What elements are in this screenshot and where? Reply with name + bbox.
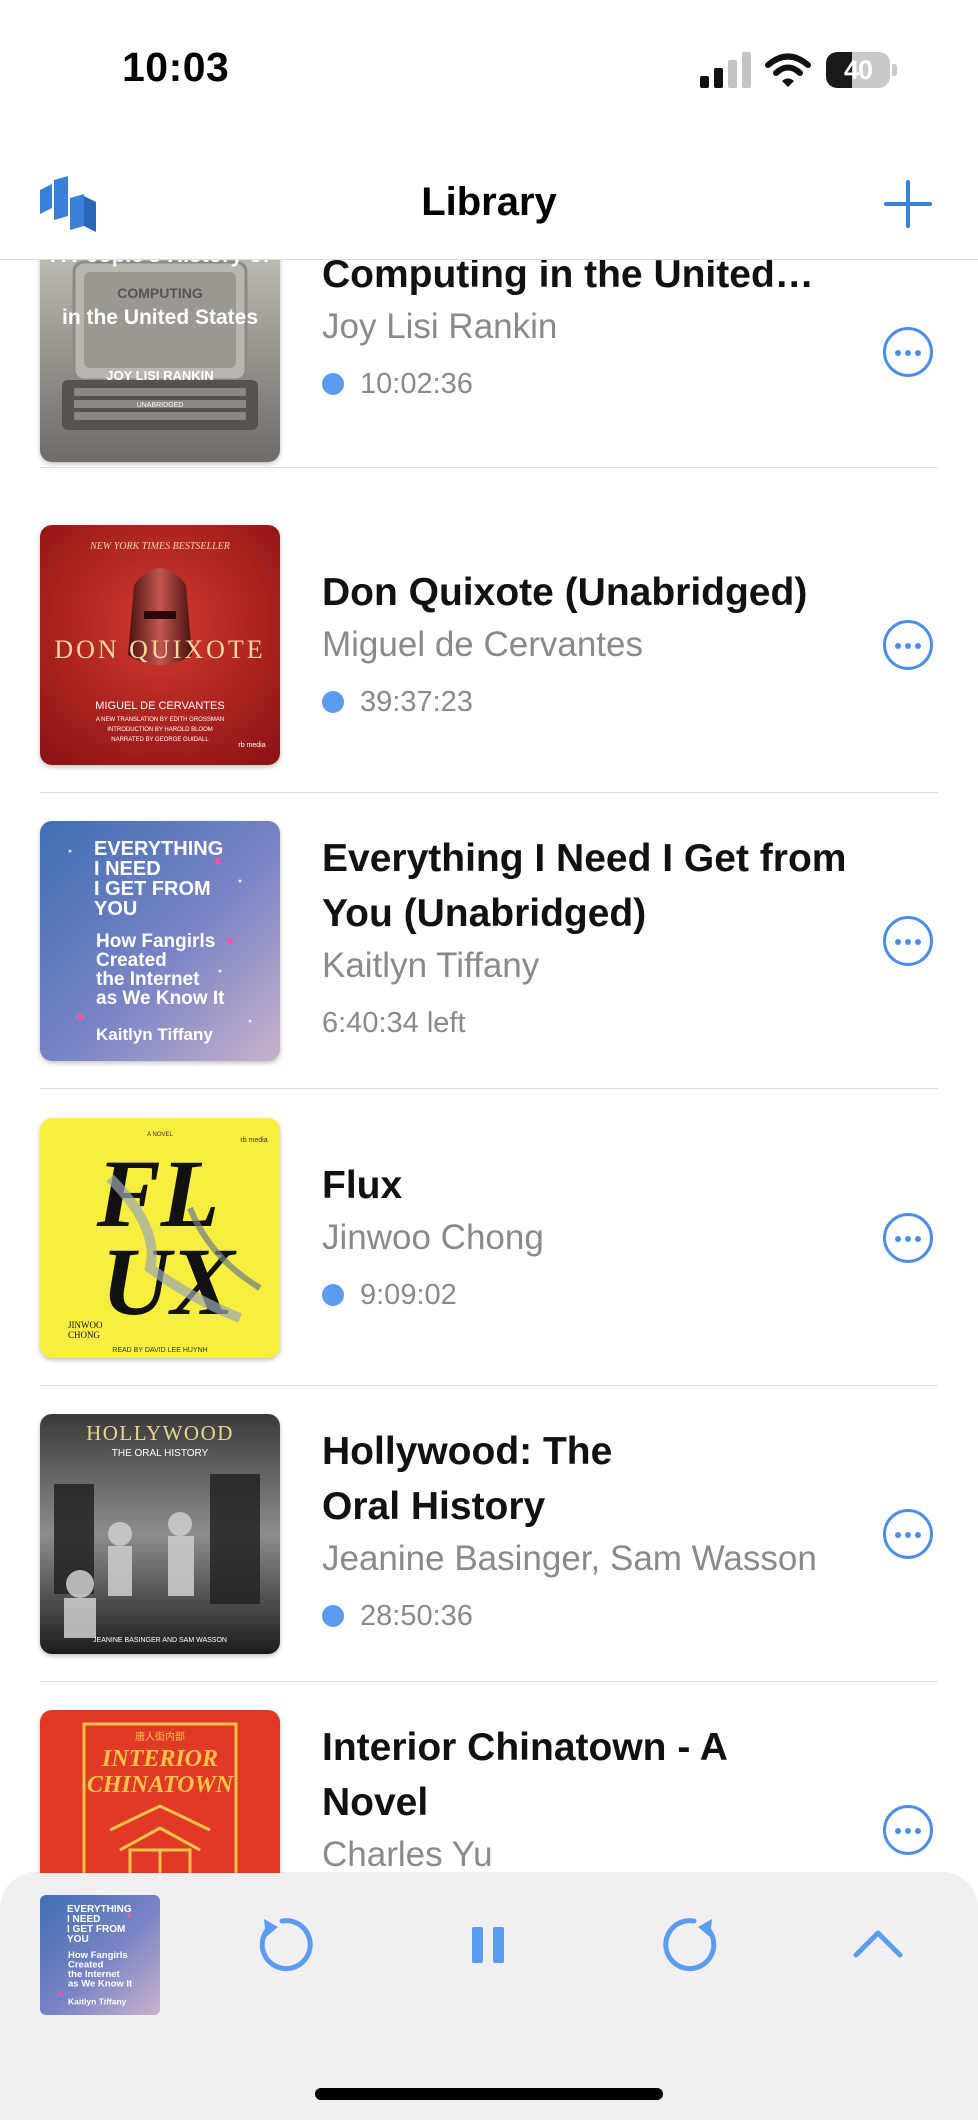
cover-line2: I NEED	[67, 1914, 100, 1925]
book-cover[interactable]: A NOVEL FL UX JINWOO CHONG READ BY DAVID…	[40, 1118, 280, 1358]
book-time-left: 6:40:34 left	[322, 1007, 466, 1039]
skip-back-icon[interactable]	[250, 1913, 314, 1977]
cover-line3: I GET FROM	[67, 1924, 125, 1935]
cover-line3: I GET FROM	[94, 878, 211, 900]
book-cover[interactable]: HOLLYWOOD THE ORAL HISTORY JEANINE BASIN…	[40, 1414, 280, 1654]
cover-author: MIGUEL DE CERVANTES	[95, 700, 224, 712]
book-duration: 10:02:36	[360, 368, 473, 400]
book-title: Hollywood: The Oral History	[322, 1430, 613, 1528]
book-cover[interactable]: EVERYTHING I NEED I GET FROM YOU How Fan…	[40, 821, 280, 1061]
book-info: Flux Jinwoo Chong 9:09:02	[322, 1158, 862, 1317]
cover-line1: EVERYTHING	[67, 1904, 132, 1915]
cover-line1: A NEW TRANSLATION BY EDITH GROSSMAN	[96, 717, 224, 723]
cover-tag: A NOVEL	[147, 1132, 173, 1138]
cover-subtitle: THE ORAL HISTORY	[112, 1448, 209, 1459]
cover-author: Kaitlyn Tiffany	[96, 1025, 213, 1044]
book-duration: 39:37:23	[360, 686, 473, 718]
more-options-button[interactable]	[883, 916, 933, 966]
mini-player[interactable]: EVERYTHING I NEED I GET FROM YOU How Fan…	[0, 1873, 978, 2120]
list-item[interactable]: A NOVEL FL UX JINWOO CHONG READ BY DAVID…	[0, 1090, 978, 1386]
cover-author: JOY LISI RANKIN	[106, 368, 213, 383]
cover-line2: CHINATOWN	[87, 1772, 235, 1798]
book-title: Flux	[322, 1164, 403, 1207]
cover-author1: JINWOO	[68, 1320, 103, 1330]
battery-icon: 40	[826, 52, 897, 88]
cover-title: DON QUIXOTE	[54, 635, 265, 664]
divider	[40, 467, 938, 468]
more-options-button[interactable]	[883, 1213, 933, 1263]
book-info: Everything I Need I Get from You (Unabri…	[322, 831, 862, 1045]
cover-line2: INTRODUCTION BY HAROLD BLOOM	[107, 727, 213, 733]
pause-icon[interactable]	[456, 1913, 520, 1977]
cover-publisher: rb media	[240, 1137, 267, 1144]
library-list[interactable]: A People's History of COMPUTING in the U…	[0, 0, 978, 2120]
status-time: 10:03	[122, 44, 230, 90]
cover-authors: JEANINE BASINGER AND SAM WASSON	[93, 1637, 227, 1644]
cover-line1: INTERIOR	[101, 1746, 218, 1772]
cover-line2: I NEED	[94, 858, 161, 880]
unplayed-dot	[322, 691, 344, 713]
book-author: Jeanine Basinger, Sam Wasson	[322, 1539, 817, 1578]
status-bar: 10:03 40	[0, 0, 978, 130]
now-playing-cover[interactable]: EVERYTHING I NEED I GET FROM YOU How Fan…	[40, 1895, 160, 2015]
add-icon[interactable]	[884, 180, 932, 228]
cover-publisher: rb media	[238, 742, 265, 749]
cover-author: Kaitlyn Tiffany	[68, 1997, 127, 2007]
book-title: Interior Chinatown - A Novel	[322, 1726, 727, 1824]
cover-line3: in the United States	[62, 306, 258, 329]
book-title: Everything I Need I Get from You (Unabri…	[322, 837, 847, 935]
wifi-icon	[765, 53, 811, 87]
cover-sub2: Created	[96, 950, 167, 971]
cover-reader: READ BY DAVID LEE HUYNH	[112, 1347, 207, 1354]
book-info: A People's History of Computing in the U…	[322, 198, 862, 406]
cover-line3: NARRATED BY GEORGE GUIDALL	[111, 737, 209, 743]
more-options-button[interactable]	[883, 1805, 933, 1855]
unplayed-dot	[322, 1284, 344, 1306]
more-options-button[interactable]	[883, 1509, 933, 1559]
cover-top: NEW YORK TIMES BESTSELLER	[89, 541, 230, 552]
book-author: Miguel de Cervantes	[322, 625, 643, 664]
book-author: Joy Lisi Rankin	[322, 307, 558, 346]
book-info: Interior Chinatown - A Novel Charles Yu	[322, 1720, 862, 1880]
list-item[interactable]: EVERYTHING I NEED I GET FROM YOU How Fan…	[0, 793, 978, 1089]
unplayed-dot	[322, 1605, 344, 1627]
cover-sub1: How Fangirls	[96, 931, 215, 952]
cover-line4: YOU	[94, 898, 137, 920]
cover-cjk: 唐人街内部	[135, 1730, 185, 1743]
navigation-bar: Library	[0, 130, 978, 260]
cover-line2: COMPUTING	[117, 285, 203, 301]
cellular-signal-icon	[700, 52, 751, 88]
book-author: Kaitlyn Tiffany	[322, 946, 540, 985]
divider	[40, 1088, 938, 1089]
chevron-up-icon[interactable]	[846, 1913, 910, 1977]
unplayed-dot	[322, 373, 344, 395]
cover-badge: UNABRIDGED	[137, 402, 184, 409]
list-item[interactable]: HOLLYWOOD THE ORAL HISTORY JEANINE BASIN…	[0, 1386, 978, 1682]
cover-line4: YOU	[67, 1934, 89, 1945]
book-author: Jinwoo Chong	[322, 1218, 544, 1257]
cover-sub4: as We Know It	[68, 1979, 133, 1990]
cover-line1: EVERYTHING	[94, 838, 223, 860]
more-options-button[interactable]	[883, 620, 933, 670]
page-title: Library	[421, 180, 557, 224]
list-item[interactable]: NEW YORK TIMES BESTSELLER DON QUIXOTE MI…	[0, 497, 978, 793]
cover-author2: CHONG	[68, 1330, 101, 1340]
book-info: Don Quixote (Unabridged) Miguel de Cerva…	[322, 565, 862, 724]
more-options-button[interactable]	[883, 327, 933, 377]
book-info: Hollywood: The Oral History Jeanine Basi…	[322, 1424, 862, 1638]
cover-sub4: as We Know It	[96, 988, 225, 1009]
cover-title: HOLLYWOOD	[86, 1421, 234, 1445]
skip-forward-icon[interactable]	[662, 1913, 726, 1977]
book-duration: 28:50:36	[360, 1600, 473, 1632]
home-indicator[interactable]	[315, 2088, 663, 2100]
book-title: Don Quixote (Unabridged)	[322, 571, 808, 614]
cover-sub3: the Internet	[96, 969, 200, 990]
battery-level: 40	[843, 55, 873, 85]
book-duration: 9:09:02	[360, 1279, 457, 1311]
book-cover[interactable]: NEW YORK TIMES BESTSELLER DON QUIXOTE MI…	[40, 525, 280, 765]
